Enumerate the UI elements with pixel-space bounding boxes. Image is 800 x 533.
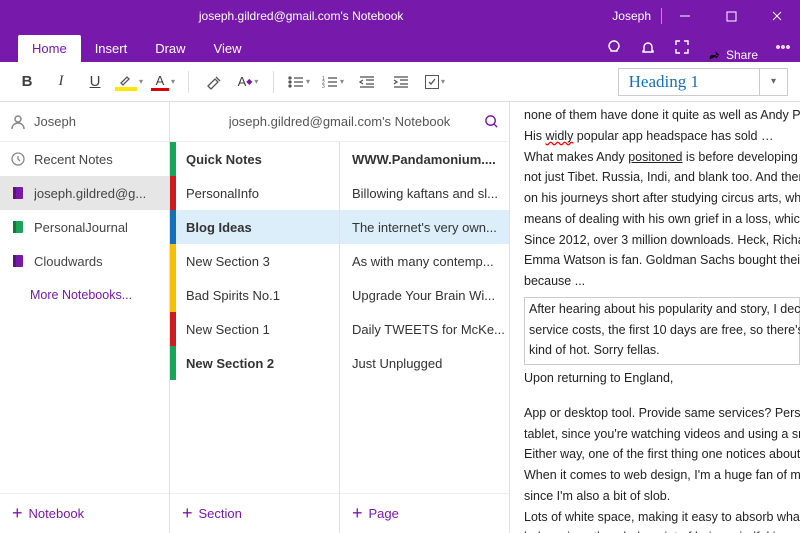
account-name[interactable]: Joseph bbox=[602, 9, 661, 23]
tab-home[interactable]: Home bbox=[18, 35, 81, 62]
font-color-button[interactable]: A▾ bbox=[148, 67, 178, 97]
chevron-down-icon[interactable]: ▾ bbox=[759, 68, 787, 96]
section-item[interactable]: New Section 3 bbox=[170, 244, 339, 278]
main: Joseph Recent Notes joseph.gildred@g... … bbox=[0, 102, 800, 533]
toolbar: B I U ▾ A▾ A◆▾ ▾ 123▾ ▾ Heading 1 ▾ bbox=[0, 62, 800, 102]
ribbon-tabs: Home Insert Draw View Share bbox=[0, 32, 800, 62]
add-section-button[interactable]: +Section bbox=[170, 493, 339, 533]
tab-draw[interactable]: Draw bbox=[141, 35, 199, 62]
section-item[interactable]: PersonalInfo bbox=[170, 176, 339, 210]
section-item[interactable]: Quick Notes bbox=[170, 142, 339, 176]
highlight-button[interactable]: ▾ bbox=[114, 67, 144, 97]
notebook-search[interactable]: joseph.gildred@gmail.com's Notebook bbox=[170, 102, 510, 142]
notebook-item[interactable]: joseph.gildred@g... bbox=[0, 176, 169, 210]
add-notebook-button[interactable]: +Notebook bbox=[0, 493, 169, 533]
notebook-item[interactable]: Cloudwards bbox=[0, 244, 169, 278]
fullscreen-icon[interactable] bbox=[665, 32, 699, 62]
page-content[interactable]: none of them have done it quite as well … bbox=[510, 102, 800, 533]
todo-tag-button[interactable]: ▾ bbox=[420, 67, 450, 97]
more-notebooks[interactable]: More Notebooks... bbox=[0, 278, 169, 312]
style-dropdown[interactable]: Heading 1 ▾ bbox=[618, 68, 788, 96]
svg-text:3: 3 bbox=[322, 84, 325, 89]
bold-button[interactable]: B bbox=[12, 67, 42, 97]
notebook-item[interactable]: PersonalJournal bbox=[0, 210, 169, 244]
share-button[interactable]: Share bbox=[699, 48, 766, 62]
share-icon bbox=[707, 48, 721, 62]
indent-button[interactable] bbox=[386, 67, 416, 97]
notebook-icon bbox=[10, 185, 26, 201]
titlebar: joseph.gildred@gmail.com's Notebook Jose… bbox=[0, 0, 800, 32]
notebook-icon bbox=[10, 253, 26, 269]
close-button[interactable] bbox=[754, 0, 800, 32]
tab-view[interactable]: View bbox=[200, 35, 256, 62]
page-item[interactable]: As with many contemp... bbox=[340, 244, 509, 278]
notebook-icon bbox=[10, 219, 26, 235]
style-label: Heading 1 bbox=[619, 72, 759, 92]
window-title: joseph.gildred@gmail.com's Notebook bbox=[0, 9, 602, 23]
tab-insert[interactable]: Insert bbox=[81, 35, 142, 62]
sections-pane: Quick Notes PersonalInfo Blog Ideas New … bbox=[170, 142, 340, 533]
bullets-button[interactable]: ▾ bbox=[284, 67, 314, 97]
more-icon[interactable] bbox=[766, 32, 800, 62]
section-item[interactable]: New Section 1 bbox=[170, 312, 339, 346]
minimize-button[interactable] bbox=[662, 0, 708, 32]
add-page-button[interactable]: +Page bbox=[340, 493, 509, 533]
page-item[interactable]: Daily TWEETS for McKe... bbox=[340, 312, 509, 346]
person-icon bbox=[10, 114, 26, 130]
clock-icon bbox=[10, 151, 26, 167]
page-item[interactable]: Upgrade Your Brain Wi... bbox=[340, 278, 509, 312]
underline-button[interactable]: U bbox=[80, 67, 110, 97]
recent-notes[interactable]: Recent Notes bbox=[0, 142, 169, 176]
section-item[interactable]: Blog Ideas bbox=[170, 210, 339, 244]
tell-me-icon[interactable] bbox=[597, 32, 631, 62]
maximize-button[interactable] bbox=[708, 0, 754, 32]
page-item[interactable]: Just Unplugged bbox=[340, 346, 509, 380]
page-item[interactable]: The internet's very own... bbox=[340, 210, 509, 244]
share-label: Share bbox=[726, 48, 758, 62]
search-icon bbox=[484, 114, 499, 129]
section-item[interactable]: New Section 2 bbox=[170, 346, 339, 380]
numbering-button[interactable]: 123▾ bbox=[318, 67, 348, 97]
section-item[interactable]: Bad Spirits No.1 bbox=[170, 278, 339, 312]
page-item[interactable]: Billowing kaftans and sl... bbox=[340, 176, 509, 210]
pages-pane: WWW.Pandamonium.... Billowing kaftans an… bbox=[340, 142, 510, 533]
notifications-icon[interactable] bbox=[631, 32, 665, 62]
notebooks-pane: Joseph Recent Notes joseph.gildred@g... … bbox=[0, 102, 170, 533]
outdent-button[interactable] bbox=[352, 67, 382, 97]
clear-formatting-button[interactable] bbox=[199, 67, 229, 97]
format-painter-button[interactable]: A◆▾ bbox=[233, 67, 263, 97]
page-item[interactable]: WWW.Pandamonium.... bbox=[340, 142, 509, 176]
account-search[interactable]: Joseph bbox=[0, 102, 169, 142]
italic-button[interactable]: I bbox=[46, 67, 76, 97]
